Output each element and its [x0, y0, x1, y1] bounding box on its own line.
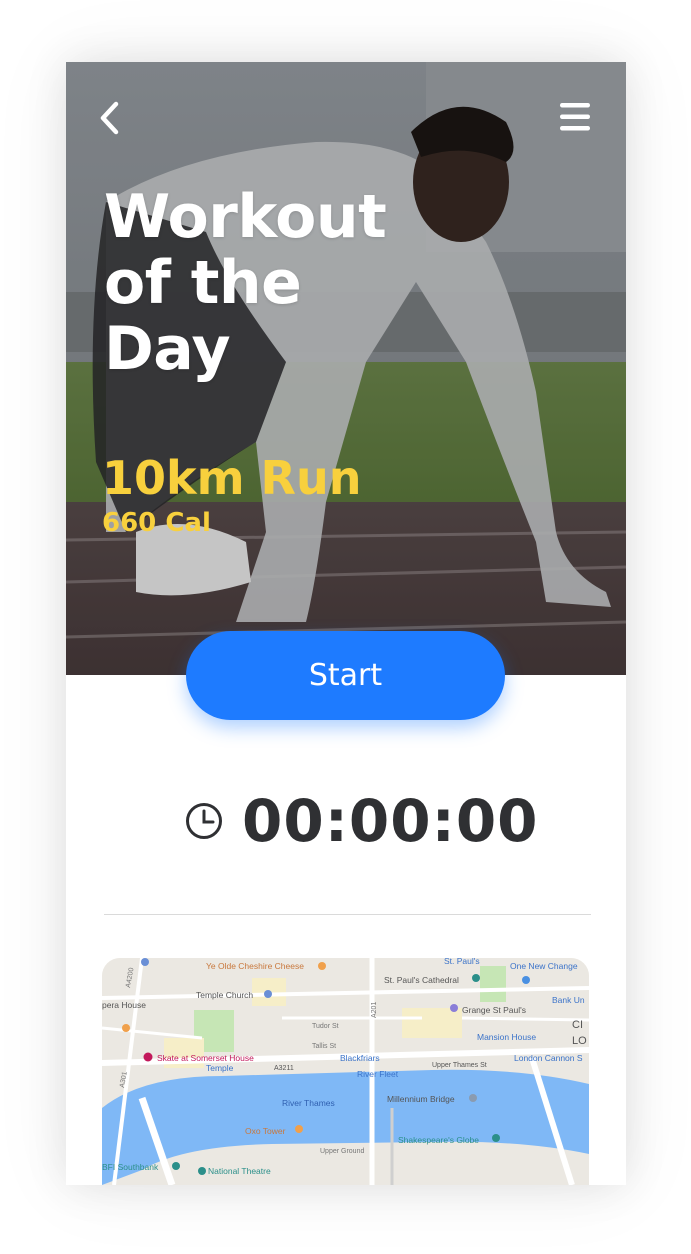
- timer-value: 00:00:00: [242, 787, 539, 855]
- map-label: Ye Olde Cheshire Cheese: [206, 961, 304, 971]
- map-label: River Fleet: [357, 1069, 399, 1079]
- map-label: One New Change: [510, 961, 578, 971]
- map-label: A201: [371, 1002, 378, 1018]
- map-label: Tallis St: [312, 1043, 336, 1050]
- map-label: Oxo Tower: [245, 1126, 286, 1136]
- map-label: Mansion House: [477, 1032, 536, 1042]
- page-title: Workout of the Day: [104, 182, 387, 384]
- map-label: Upper Ground: [320, 1148, 364, 1155]
- map-label: Grange St Paul's: [462, 1005, 526, 1015]
- map-label: pera House: [102, 1000, 146, 1010]
- map-label: National Theatre: [208, 1166, 271, 1176]
- map-label: River Thames: [282, 1098, 335, 1108]
- chevron-left-icon[interactable]: [96, 100, 126, 136]
- map-label: Tudor St: [312, 1023, 339, 1030]
- map-label: Blackfriars: [340, 1053, 380, 1063]
- workout-name: 10km Run: [102, 451, 362, 505]
- map-label: Shakespeare's Globe: [398, 1135, 479, 1145]
- hero-banner: Workout of the Day 10km Run 660 Cal: [66, 62, 626, 675]
- clock-icon: [186, 803, 222, 839]
- hamburger-menu-icon[interactable]: [558, 100, 592, 134]
- map-label: BFI Southbank: [102, 1162, 159, 1172]
- start-button[interactable]: Start: [186, 631, 505, 720]
- map-label: Temple Church: [196, 990, 253, 1000]
- divider: [104, 914, 591, 915]
- map-label: Upper Thames St: [432, 1062, 487, 1069]
- map-label: Skate at Somerset House: [157, 1053, 254, 1063]
- map-label: London Cannon S: [514, 1053, 583, 1063]
- map-label: CI: [572, 1019, 583, 1031]
- map-label: St. Paul's: [444, 958, 480, 966]
- map-label: LO: [572, 1035, 587, 1047]
- map-label: Bank Un: [552, 995, 585, 1005]
- workout-calories: 660 Cal: [102, 508, 211, 538]
- map-label: Temple: [206, 1063, 234, 1073]
- map-label: Millennium Bridge: [387, 1094, 455, 1104]
- map-label: A3211: [274, 1065, 294, 1072]
- phone-screen: Workout of the Day 10km Run 660 Cal Star…: [66, 62, 626, 1185]
- workout-timer: 00:00:00: [184, 786, 539, 856]
- route-map[interactable]: Ye Olde Cheshire Cheese St. Paul's One N…: [102, 958, 589, 1185]
- map-label: St. Paul's Cathedral: [384, 975, 459, 985]
